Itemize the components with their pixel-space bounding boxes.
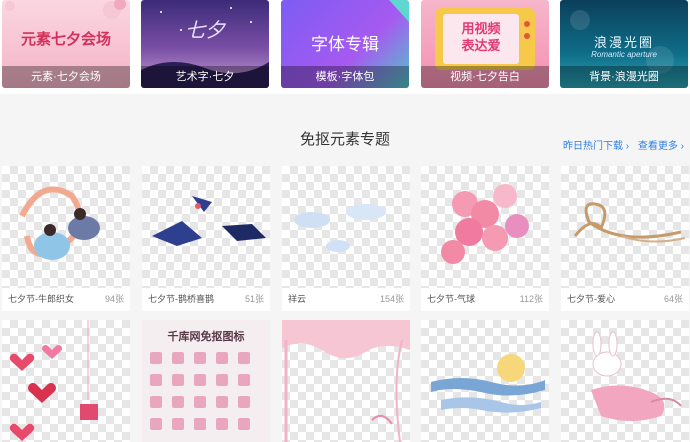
ribbon-illustration (573, 202, 686, 243)
banner-title: 用视频 表达爱 (443, 20, 519, 54)
banner-title: 字体专辑 (311, 35, 379, 54)
banner-art-text-qixi[interactable]: 七夕 艺术字·七夕 (141, 0, 269, 88)
banner-title-line2: 表达爱 (461, 38, 501, 53)
card-thumbnail (282, 166, 410, 288)
banner-caption: 模板·字体包 (281, 66, 409, 88)
banner-element-qixi[interactable]: 元素七夕会场 元素·七夕会场 (2, 0, 130, 88)
card-pink-border[interactable] (282, 320, 410, 442)
card-meta: 祥云 154张 (288, 292, 404, 305)
card-count: 51张 (244, 294, 264, 304)
cloud-illustration (294, 204, 386, 252)
banner-caption: 视频·七夕告白 (421, 66, 549, 88)
banner-romantic-aperture[interactable]: 浪漫光圈 Romantic aperture 背景·浪漫光圈 (560, 0, 688, 88)
icon-grid (150, 352, 250, 430)
card-rabbit[interactable] (561, 320, 689, 442)
card-label: 七夕节-牛郎织女 (8, 294, 74, 304)
balloon-illustration (441, 184, 529, 264)
card-thumbnail (561, 320, 689, 442)
magpie-illustration (152, 196, 266, 246)
banner-video-confession[interactable]: 用视频 表达爱 视频·七夕告白 (421, 0, 549, 88)
banner-title: 七夕 (185, 18, 225, 42)
rabbit-illustration (591, 331, 682, 421)
icon-card-title: 千库网免抠图标 (167, 330, 245, 343)
banner-caption: 元素·七夕会场 (2, 66, 130, 88)
card-free-icons[interactable]: 千库网免抠图标 (142, 320, 270, 442)
card-thumbnail (282, 320, 410, 442)
card-meta: 七夕节-牛郎织女 94张 (8, 292, 124, 305)
card-hearts-gifts[interactable] (2, 320, 130, 442)
section-links: 昨日热门下载 › 查看更多 › (557, 137, 684, 152)
top-banner-row: 元素七夕会场 元素·七夕会场 七夕 艺术字·七夕 字体专辑 模板·字体包 用视频… (0, 0, 690, 94)
card-count: 94张 (104, 294, 124, 304)
card-thumbnail (2, 166, 130, 288)
ribbon-border-illustration (282, 320, 410, 442)
card-label: 七夕节-鹊桥喜鹊 (148, 294, 214, 304)
card-auspicious-cloud[interactable]: 祥云 154张 (282, 166, 410, 311)
card-heart-ribbon[interactable]: 七夕节-爱心 64张 (561, 166, 689, 311)
moon-cloud-illustration (431, 354, 545, 413)
card-label: 七夕节-气球 (427, 294, 475, 304)
banner-caption: 艺术字·七夕 (141, 66, 269, 88)
card-meta: 七夕节-鹊桥喜鹊 51张 (148, 292, 264, 305)
couple-illustration (19, 186, 100, 260)
card-count: 64张 (663, 294, 683, 304)
card-thumbnail: 千库网免抠图标 (142, 320, 270, 442)
card-thumbnail (142, 166, 270, 288)
banner-font-pack[interactable]: 字体专辑 模板·字体包 (281, 0, 409, 88)
view-more-link[interactable]: 查看更多 › (638, 141, 684, 152)
card-thumbnail (421, 166, 549, 288)
card-count: 112张 (519, 294, 543, 304)
banner-title-line1: 用视频 (461, 21, 501, 36)
hearts-illustration (9, 320, 98, 441)
yesterday-hot-link[interactable]: 昨日热门下载 › (563, 141, 629, 152)
banner-subtitle: Romantic aperture (591, 50, 657, 59)
card-count: 154张 (379, 294, 404, 304)
card-label: 七夕节-爱心 (567, 294, 615, 304)
banner-title: 浪漫光圈 (593, 36, 654, 51)
card-moon-cloud[interactable] (421, 320, 549, 442)
banner-title: 元素七夕会场 (20, 30, 111, 48)
card-cowherd-weaver[interactable]: 七夕节-牛郎织女 94张 (2, 166, 130, 311)
card-thumbnail (421, 320, 549, 442)
card-meta: 七夕节-气球 112张 (427, 292, 543, 305)
card-thumbnail (2, 320, 130, 442)
banner-caption: 背景·浪漫光圈 (560, 66, 688, 88)
card-magpie-bridge[interactable]: 七夕节-鹊桥喜鹊 51张 (142, 166, 270, 311)
card-meta: 七夕节-爱心 64张 (567, 292, 683, 305)
card-balloons[interactable]: 七夕节-气球 112张 (421, 166, 549, 311)
card-thumbnail (561, 166, 689, 288)
card-label: 祥云 (288, 294, 307, 304)
